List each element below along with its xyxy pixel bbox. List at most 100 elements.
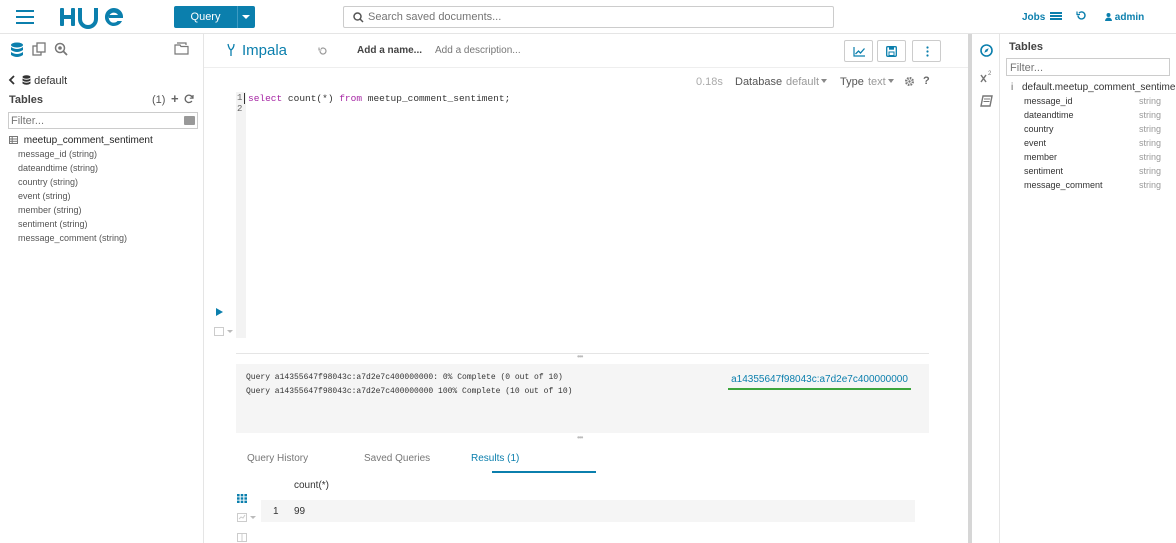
info-icon[interactable]: i (1011, 82, 1013, 93)
code-editor[interactable]: select count(*) from meetup_comment_sent… (248, 93, 510, 104)
assist-column-name[interactable]: sentiment (1024, 166, 1063, 176)
editor-splitter[interactable] (236, 353, 929, 354)
database-icon[interactable] (10, 42, 24, 58)
gear-icon[interactable] (904, 76, 915, 87)
execute-options-icon[interactable] (214, 327, 234, 336)
database-small-icon (22, 75, 31, 85)
database-breadcrumb[interactable]: default (8, 75, 67, 87)
result-column-header[interactable]: count(*) (294, 480, 329, 491)
table-name: meetup_comment_sentiment (23, 135, 153, 146)
result-cell[interactable]: 99 (294, 506, 305, 517)
text-cursor (244, 93, 245, 104)
search-icon (353, 12, 364, 23)
active-tab-indicator (492, 471, 596, 473)
drag-handle-icon[interactable]: ••• (577, 433, 583, 442)
job-id-link[interactable]: a14355647f98043c:a7d2e7c400000000 (728, 374, 911, 390)
search-data-icon[interactable] (54, 42, 68, 56)
chart-view-icon[interactable] (237, 513, 257, 522)
column-item[interactable]: dateandtime (string) (18, 163, 98, 173)
column-item[interactable]: member (string) (18, 205, 82, 215)
svg-text:2: 2 (988, 71, 992, 77)
query-name-field[interactable]: Add a name... (357, 45, 422, 56)
assist-column-type: string (1139, 138, 1162, 148)
database-label: Database (735, 76, 783, 88)
type-select[interactable]: text (868, 76, 894, 88)
row-index: 1 (273, 506, 279, 517)
tables-heading: Tables (9, 94, 44, 106)
assist-table-name[interactable]: default.meetup_comment_sentimen (1022, 82, 1176, 93)
search-input[interactable] (368, 9, 818, 25)
documents-icon[interactable] (32, 42, 46, 56)
jobs-link[interactable]: Jobs (1022, 12, 1045, 23)
column-item[interactable]: country (string) (18, 177, 78, 187)
assist-column-name[interactable]: member (1024, 152, 1057, 162)
save-button[interactable] (877, 40, 906, 62)
assist-column-type: string (1139, 152, 1162, 162)
assist-filter-input[interactable] (1010, 61, 1160, 74)
chevron-left-icon[interactable] (8, 75, 15, 85)
assist-column-name[interactable]: message_comment (1024, 180, 1103, 190)
folder-icon[interactable] (174, 42, 189, 55)
table-filter-input[interactable] (11, 114, 181, 127)
user-menu[interactable]: admin (1105, 12, 1144, 23)
history-icon[interactable] (1076, 10, 1087, 21)
database-select-value: default (786, 76, 820, 88)
table-row: 1 99 (261, 500, 915, 522)
assist-column-name[interactable]: message_id (1024, 96, 1073, 106)
book-icon[interactable] (980, 95, 993, 107)
code-keyword: from (339, 93, 363, 104)
assist-tables-heading: Tables (1009, 41, 1044, 53)
drag-handle-icon[interactable]: ••• (577, 352, 583, 361)
history-icon[interactable] (318, 46, 328, 56)
grid-view-icon[interactable] (237, 494, 247, 503)
query-button[interactable]: Query (174, 6, 255, 28)
hamburger-menu-icon[interactable] (16, 10, 34, 24)
log-line: Query a14355647f98043c:a7d2e7c400000000 … (246, 387, 573, 396)
line-number: 2 (237, 104, 243, 114)
execution-time: 0.18s (696, 76, 723, 88)
chevron-down-icon (887, 79, 894, 83)
code-keyword: select (248, 93, 283, 104)
right-assist-strip: 2 (972, 34, 1000, 543)
assist-column-name[interactable]: country (1024, 124, 1054, 134)
snippet-header: Impala Add a name... Add a description..… (204, 34, 968, 68)
assist-filter-box[interactable] (1006, 58, 1170, 76)
line-chart-icon (853, 47, 865, 57)
tab-saved-queries[interactable]: Saved Queries (364, 453, 430, 464)
query-description-field[interactable]: Add a description... (435, 45, 521, 56)
type-select-value: text (868, 76, 886, 88)
column-item[interactable]: event (string) (18, 191, 71, 201)
vertical-ellipsis-icon (926, 46, 929, 57)
table-filter-box[interactable] (8, 112, 198, 129)
column-item[interactable]: message_id (string) (18, 149, 97, 159)
chevron-down-icon[interactable] (242, 15, 250, 19)
compass-icon[interactable] (980, 44, 993, 57)
search-box[interactable] (343, 6, 834, 28)
help-icon[interactable]: ? (923, 75, 930, 87)
engine-name[interactable]: Impala (242, 42, 287, 59)
tab-query-history[interactable]: Query History (247, 453, 308, 464)
hue-logo[interactable] (58, 5, 128, 29)
assist-column-type: string (1139, 124, 1162, 134)
chevron-down-icon (821, 79, 828, 83)
left-assist-panel: default Tables (1) + meetup_comment_sent… (0, 34, 204, 543)
execute-button[interactable] (216, 308, 223, 316)
tab-results[interactable]: Results (1) (471, 453, 519, 464)
refresh-icon[interactable] (184, 94, 194, 104)
assist-column-type: string (1139, 96, 1162, 106)
assist-column-name[interactable]: event (1024, 138, 1046, 148)
column-item[interactable]: message_comment (string) (18, 233, 127, 243)
top-navigation-bar: Query Jobs admin (0, 0, 1176, 34)
columns-icon[interactable] (237, 533, 247, 542)
function-icon[interactable]: 2 (980, 70, 994, 83)
keyboard-icon (184, 116, 195, 125)
more-options-button[interactable] (912, 40, 941, 62)
jobs-list-icon[interactable] (1050, 12, 1062, 21)
chart-button[interactable] (844, 40, 873, 62)
database-select[interactable]: default (786, 76, 828, 88)
assist-column-name[interactable]: dateandtime (1024, 110, 1074, 120)
column-item[interactable]: sentiment (string) (18, 219, 88, 229)
save-icon (886, 46, 897, 57)
table-item[interactable]: meetup_comment_sentiment (9, 135, 153, 146)
add-table-icon[interactable]: + (171, 92, 179, 105)
